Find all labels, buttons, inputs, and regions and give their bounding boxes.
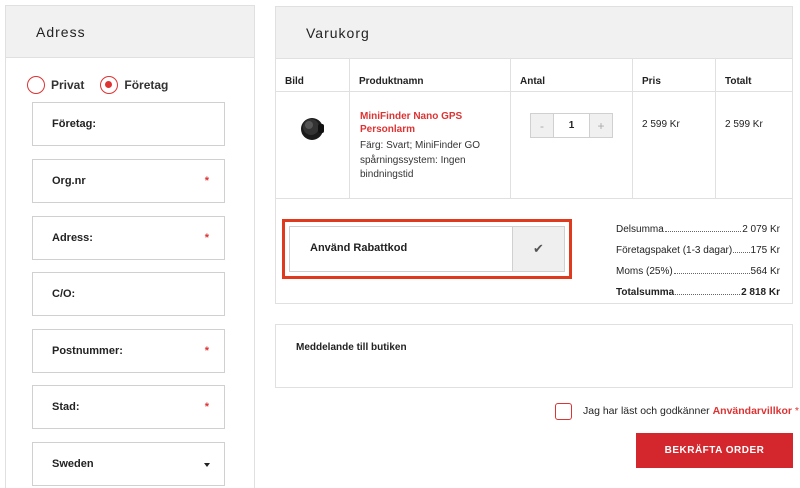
- required-marker: *: [791, 405, 799, 417]
- summary-value: 2 818 Kr: [741, 287, 780, 298]
- radio-private[interactable]: [27, 76, 45, 94]
- terms-text: Jag har läst och godkänner Användarvillk…: [583, 405, 799, 417]
- city-field[interactable]: Stad: *: [32, 385, 225, 429]
- summary-value: 175 Kr: [750, 245, 780, 256]
- terms-label: Jag har läst och godkänner: [583, 405, 713, 417]
- summary-vat: Moms (25%) 564 Kr: [616, 261, 780, 277]
- column-divider: [510, 59, 511, 199]
- address-field[interactable]: Adress: *: [32, 216, 225, 260]
- cart-panel: Varukorg Bild Produktnamn Antal Pris Tot…: [275, 6, 793, 304]
- item-total: 2 599 Kr: [725, 119, 763, 130]
- radio-company-label[interactable]: Företag: [124, 78, 168, 92]
- required-marker: *: [204, 232, 209, 244]
- column-header-price: Pris: [642, 75, 661, 87]
- co-field[interactable]: C/O:: [32, 272, 225, 316]
- address-title: Adress: [6, 6, 254, 58]
- co-field-label: C/O:: [52, 288, 76, 300]
- summary-label: Företagspaket (1-3 dagar): [616, 245, 733, 256]
- checkmark-icon: ✔: [533, 241, 544, 256]
- item-price: 2 599 Kr: [642, 119, 680, 130]
- column-header-quantity: Antal: [520, 75, 545, 87]
- postal-code-field-label: Postnummer:: [52, 345, 123, 357]
- terms-link[interactable]: Användarvillkor: [713, 405, 792, 417]
- coupon-input[interactable]: Använd Rabattkod ✔: [289, 226, 565, 272]
- column-divider: [632, 59, 633, 199]
- summary-value: 564 Kr: [750, 266, 780, 277]
- company-field[interactable]: Företag:: [32, 102, 225, 146]
- column-divider: [715, 59, 716, 199]
- country-select-value: Sweden: [52, 458, 94, 470]
- org-number-field-label: Org.nr: [52, 175, 86, 187]
- confirm-order-button[interactable]: BEKRÄFTA ORDER: [636, 433, 793, 468]
- city-field-label: Stad:: [52, 401, 80, 413]
- decrease-quantity-button[interactable]: -: [531, 114, 553, 137]
- summary-label: Moms (25%): [616, 266, 673, 277]
- quantity-stepper: - 1 +: [530, 113, 613, 138]
- summary-subtotal: Delsumma 2 079 Kr: [616, 219, 780, 235]
- summary-label: Delsumma: [616, 224, 664, 235]
- customer-type-group: Privat Företag: [27, 76, 184, 94]
- postal-code-field[interactable]: Postnummer: *: [32, 329, 225, 373]
- message-textarea[interactable]: Meddelande till butiken: [275, 324, 793, 388]
- product-name-link[interactable]: MiniFinder Nano GPS Personlarm: [360, 110, 480, 136]
- org-number-field[interactable]: Org.nr *: [32, 159, 225, 203]
- terms-checkbox[interactable]: [555, 403, 572, 420]
- address-field-label: Adress:: [52, 232, 93, 244]
- coupon-label: Använd Rabattkod: [310, 242, 408, 254]
- radio-company[interactable]: [100, 76, 119, 94]
- summary-shipping: Företagspaket (1-3 dagar) 175 Kr: [616, 240, 780, 256]
- chevron-down-icon: [204, 463, 210, 467]
- message-label: Meddelande till butiken: [296, 342, 407, 353]
- column-header-image: Bild: [285, 75, 304, 87]
- product-image[interactable]: [297, 113, 327, 143]
- country-select[interactable]: Sweden: [32, 442, 225, 486]
- company-field-label: Företag:: [52, 118, 96, 130]
- cart-title: Varukorg: [276, 7, 792, 59]
- summary-value: 2 079 Kr: [742, 224, 780, 235]
- summary-total: Totalsumma 2 818 Kr: [616, 282, 780, 298]
- summary-label: Totalsumma: [616, 287, 675, 298]
- column-header-total: Totalt: [725, 75, 752, 87]
- apply-coupon-button[interactable]: ✔: [512, 227, 564, 271]
- increase-quantity-button[interactable]: +: [590, 114, 612, 137]
- quantity-input[interactable]: 1: [553, 114, 590, 137]
- required-marker: *: [204, 345, 209, 357]
- product-description: Färg: Svart; MiniFinder GO spårningssyst…: [360, 140, 481, 180]
- required-marker: *: [204, 401, 209, 413]
- radio-private-label[interactable]: Privat: [51, 78, 84, 92]
- column-header-product: Produktnamn: [359, 75, 424, 87]
- required-marker: *: [204, 175, 209, 187]
- column-divider: [349, 59, 350, 199]
